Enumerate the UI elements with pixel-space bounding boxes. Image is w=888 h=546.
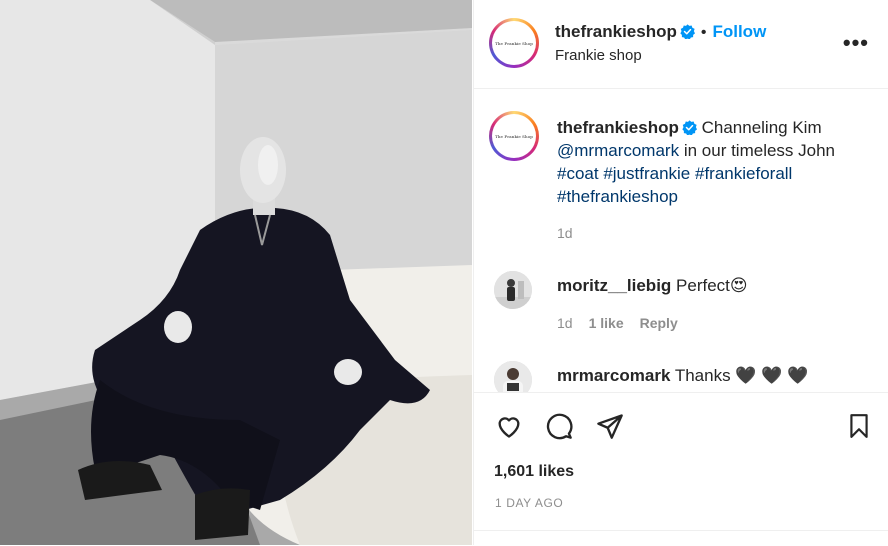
bookmark-icon[interactable] (846, 412, 872, 440)
hashtag-justfrankie-link[interactable]: #justfrankie (603, 164, 690, 183)
caption-time[interactable]: 1d (557, 225, 573, 241)
header-subtitle: Frankie shop (555, 47, 642, 64)
caption-text-start: Channeling Kim (701, 118, 822, 137)
comment-likes[interactable]: 1 like (589, 315, 624, 331)
comment-time[interactable]: 1d (557, 315, 573, 331)
black-heart-emoji: 🖤 🖤 🖤 (735, 366, 809, 385)
comment: moritz__liebig Perfect😍 (557, 274, 748, 297)
follow-button[interactable]: Follow (712, 22, 766, 41)
post-side-panel: The Frankie Shop thefrankieshop • Follow F… (473, 0, 888, 545)
caption: thefrankieshop Channeling Kim @mrmarcoma… (557, 116, 867, 208)
verified-badge-icon (682, 120, 697, 135)
header-separator: • (700, 24, 707, 41)
hashtag-thefrankieshop-link[interactable]: #thefrankieshop (557, 187, 678, 206)
comment-text: Thanks (674, 366, 731, 385)
comment-text: Perfect (676, 276, 730, 295)
comment-avatar[interactable] (494, 361, 532, 392)
likes-count[interactable]: 1,601 likes (494, 463, 574, 481)
comment-meta: 1d 1 like Reply (557, 315, 694, 331)
heart-icon[interactable] (494, 412, 524, 440)
caption-text-middle: in our timeless John (683, 141, 836, 160)
caption-username[interactable]: thefrankieshop (557, 118, 679, 137)
comment: mrmarcomark Thanks 🖤 🖤 🖤 (557, 364, 808, 387)
caption-avatar[interactable]: The Frankie Shop (489, 111, 539, 161)
caption-mention-link[interactable]: @mrmarcomark (557, 141, 679, 160)
post-image[interactable] (0, 0, 472, 545)
divider (474, 530, 888, 531)
post-timestamp[interactable]: 1 DAY AGO (495, 496, 563, 510)
comments-list[interactable]: The Frankie Shop thefrankieshop Channeli… (474, 89, 888, 392)
hashtag-frankieforall-link[interactable]: #frankieforall (695, 164, 792, 183)
hashtag-coat-link[interactable]: #coat (557, 164, 599, 183)
post-header: The Frankie Shop thefrankieshop • Follow F… (474, 0, 888, 89)
caption-avatar-logo: The Frankie Shop (495, 133, 533, 139)
heart-eyes-emoji: 😍 (729, 276, 748, 295)
more-options-icon[interactable]: ••• (843, 30, 869, 56)
reply-button[interactable]: Reply (640, 315, 678, 331)
avatar-logo: The Frankie Shop (495, 40, 533, 46)
avatar[interactable]: The Frankie Shop (489, 18, 539, 68)
verified-badge-icon (680, 24, 695, 39)
paper-plane-icon[interactable] (595, 412, 625, 440)
comment-avatar[interactable] (494, 271, 532, 309)
comment-username[interactable]: moritz__liebig (557, 276, 671, 295)
comment-username[interactable]: mrmarcomark (557, 366, 670, 385)
comment-icon[interactable] (544, 412, 574, 440)
header-username[interactable]: thefrankieshop (555, 22, 677, 41)
